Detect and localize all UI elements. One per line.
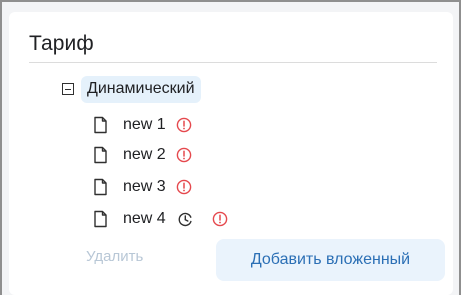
tree-item[interactable]: new 3 bbox=[93, 175, 192, 199]
tree-item-label: new 2 bbox=[123, 146, 166, 163]
tree-item-label: new 4 bbox=[123, 210, 166, 227]
tree-item[interactable]: new 1 bbox=[93, 113, 192, 137]
file-icon bbox=[94, 146, 107, 164]
panel-title: Тариф bbox=[29, 32, 94, 55]
file-icon bbox=[94, 210, 107, 228]
warning-icon bbox=[176, 147, 192, 163]
warning-icon bbox=[176, 117, 192, 133]
collapse-icon[interactable] bbox=[62, 83, 74, 95]
tree-item-label: new 1 bbox=[123, 116, 166, 133]
title-divider bbox=[29, 62, 437, 63]
clock-icon bbox=[178, 212, 192, 226]
add-nested-button[interactable]: Добавить вложенный bbox=[216, 239, 445, 281]
file-icon bbox=[94, 116, 107, 134]
tree-root-node[interactable]: Динамический bbox=[57, 74, 201, 104]
file-icon bbox=[94, 178, 107, 196]
delete-button[interactable]: Удалить bbox=[86, 248, 143, 265]
tree-item-label: new 3 bbox=[123, 178, 166, 195]
warning-icon bbox=[212, 211, 228, 227]
tree-root-label[interactable]: Динамический bbox=[81, 75, 201, 103]
warning-icon bbox=[176, 179, 192, 195]
tree-item[interactable]: new 2 bbox=[93, 143, 192, 167]
tree-item[interactable]: new 4 bbox=[93, 207, 228, 231]
